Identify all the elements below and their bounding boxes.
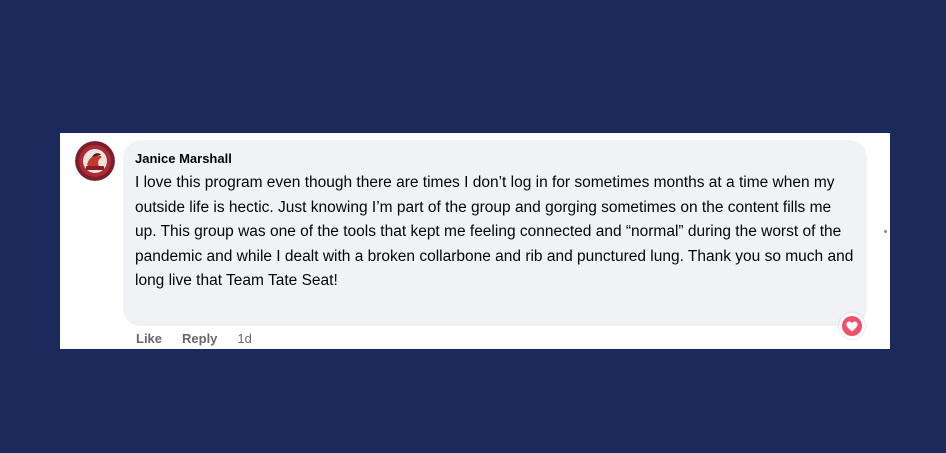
user-avatar-icon[interactable] [75,141,115,181]
like-button[interactable]: Like [136,331,162,346]
comment-card: Janice Marshall I love this program even… [60,133,890,349]
comment-timestamp[interactable]: 1d [237,331,251,346]
heart-reaction-icon[interactable] [839,313,865,339]
comment-actions: Like Reply 1d [136,329,252,347]
comment-text: I love this program even though there ar… [135,174,854,289]
comment-author-name[interactable]: Janice Marshall [135,151,232,166]
comment-bubble: Janice Marshall I love this program even… [123,140,867,326]
reply-button[interactable]: Reply [182,331,217,346]
more-options-icon[interactable] [884,230,887,233]
